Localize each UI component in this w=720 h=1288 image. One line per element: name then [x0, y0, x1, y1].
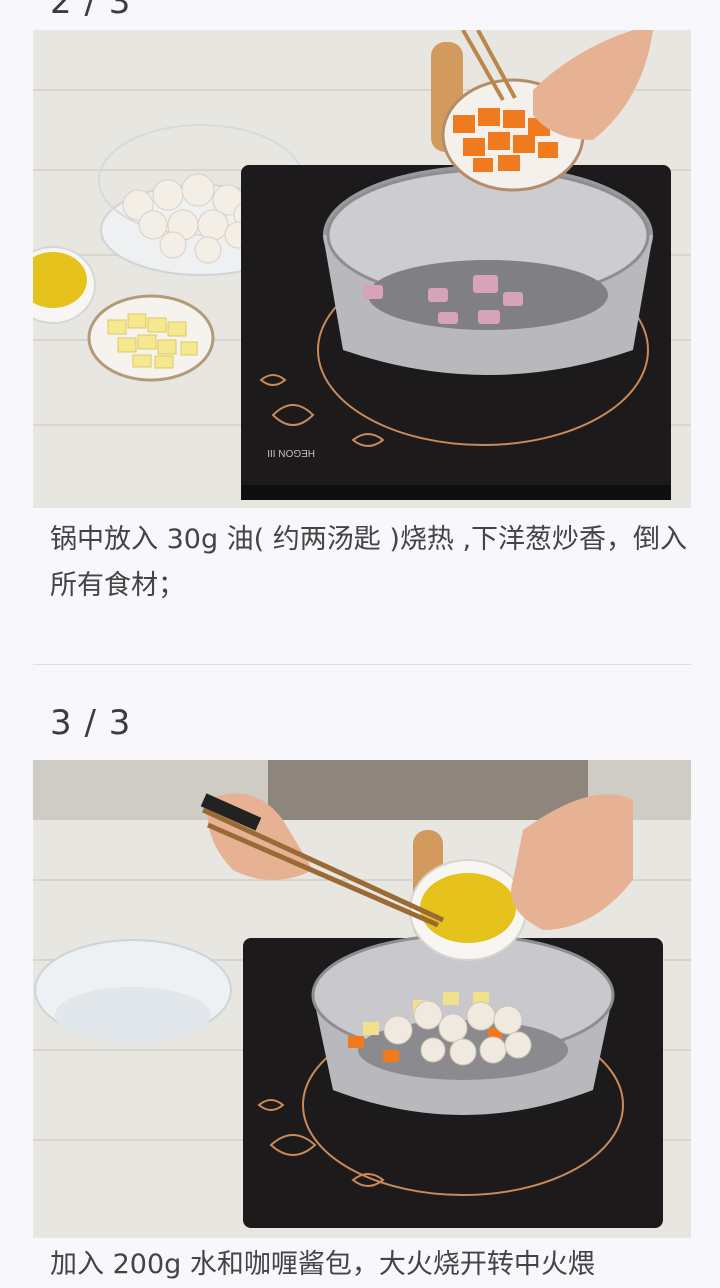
step-number: 2 / 3	[50, 0, 132, 22]
cooking-photo-pan-curry	[33, 760, 691, 1238]
step-caption: 锅中放入 30g 油( 约两汤匙 )烧热 ,下洋葱炒香，倒入所有食材；	[50, 524, 688, 601]
step-photo	[33, 760, 691, 1238]
step-number: 3 / 3	[50, 703, 132, 743]
divider	[33, 664, 691, 665]
step-caption: 加入 200g 水和咖喱酱包，大火烧开转中火煨	[50, 1249, 595, 1280]
cooking-photo-pan-carrots: HEGON III	[33, 30, 691, 508]
step-photo: HEGON III	[33, 30, 691, 508]
svg-text:HEGON III: HEGON III	[267, 447, 315, 458]
